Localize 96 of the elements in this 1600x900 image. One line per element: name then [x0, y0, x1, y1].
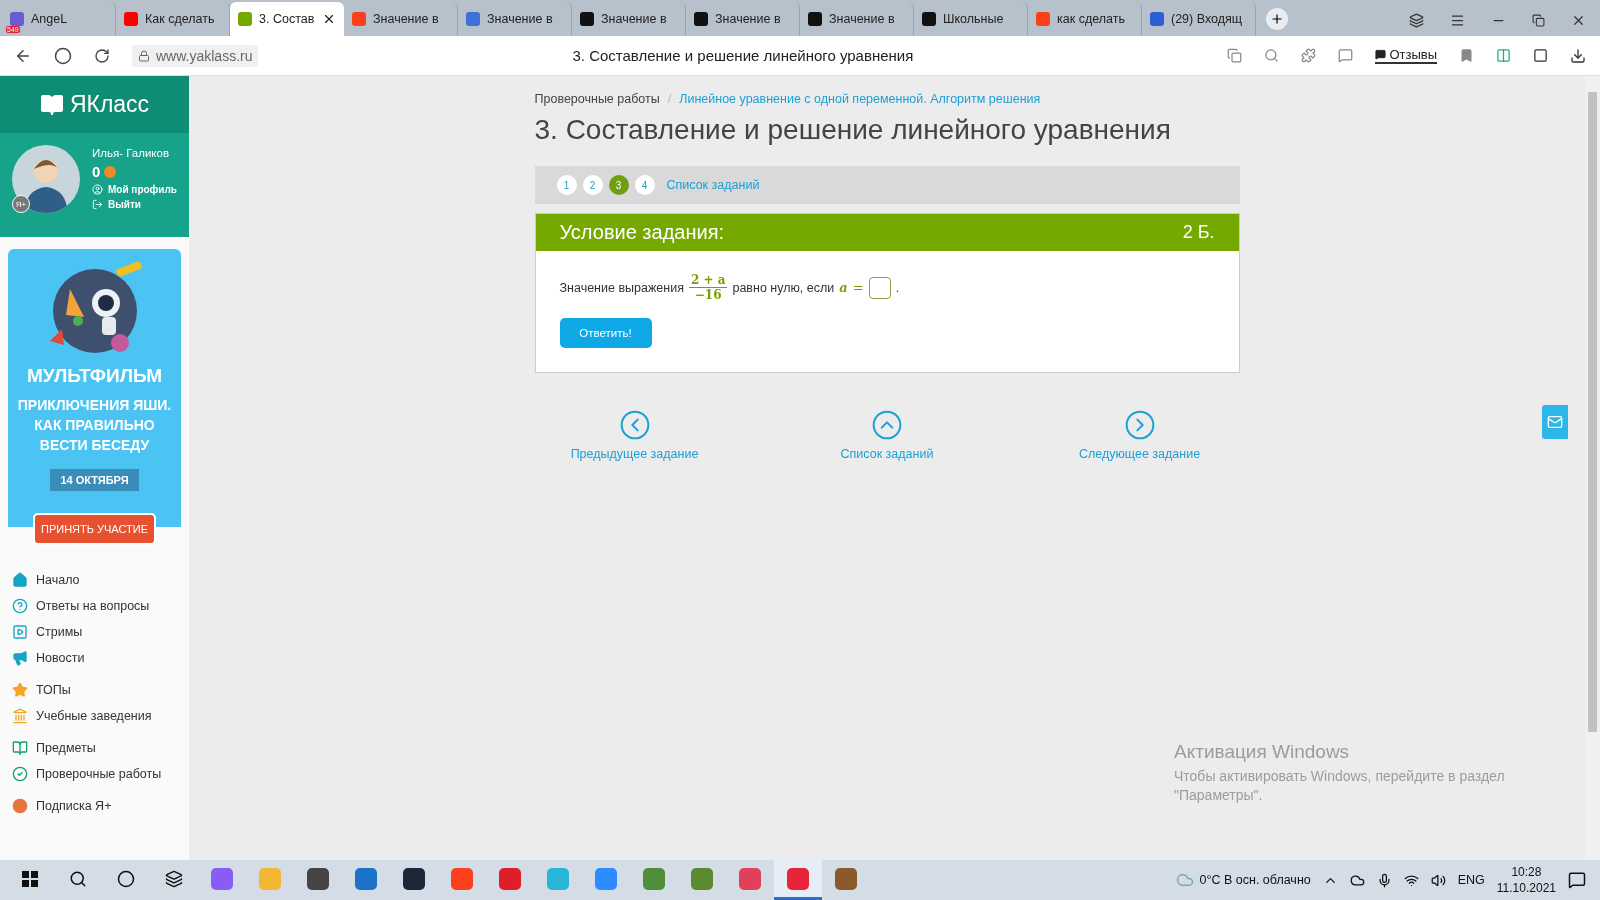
address-field[interactable]: www.yaklass.ru — [132, 44, 259, 67]
play-icon — [12, 624, 28, 640]
tab-label: Значение в — [487, 12, 553, 26]
close-icon[interactable] — [322, 12, 336, 26]
wifi-icon[interactable] — [1403, 872, 1419, 888]
download-icon[interactable] — [1570, 47, 1586, 64]
menu-item[interactable]: Новости — [12, 649, 189, 667]
home-icon — [12, 572, 28, 588]
statement-text: равно нулю, если — [732, 280, 835, 295]
task-title: Условие задания: — [559, 221, 725, 244]
menu-item[interactable]: Стримы — [12, 623, 189, 641]
breadcrumb-link[interactable]: Проверочные работы — [534, 92, 660, 106]
math-variable: a — [839, 280, 848, 295]
tab-label: (29) Входящ — [1171, 12, 1243, 26]
circle-icon — [117, 869, 135, 888]
lock-icon — [138, 49, 150, 62]
menu-item[interactable]: Предметы — [12, 739, 189, 757]
tab-label: Значение в — [829, 12, 895, 26]
new-tab-button[interactable] — [1266, 8, 1288, 30]
user-name: Илья- Галиков — [92, 147, 170, 159]
notifications-icon[interactable] — [1568, 871, 1586, 889]
exit-icon — [92, 199, 103, 210]
menu-item[interactable]: ТОПы — [12, 681, 189, 699]
promo-title: МУЛЬТФИЛЬМ — [26, 365, 163, 387]
promo-date: 14 ОКТЯБРЯ — [50, 469, 139, 491]
circle-icon[interactable] — [54, 46, 72, 65]
mic-icon[interactable] — [1376, 872, 1392, 888]
tab-label: 3. Состав — [259, 12, 315, 26]
tab-label: Значение в — [373, 12, 439, 26]
speech-bubble-icon — [1375, 49, 1387, 60]
tab-label: Как сделать — [145, 12, 215, 26]
weather[interactable]: 0°C В осн. облачно — [1175, 871, 1311, 889]
star-icon — [12, 682, 28, 698]
chevron-right-icon — [1123, 409, 1156, 441]
reload-icon[interactable] — [94, 47, 110, 64]
collections-icon[interactable] — [1533, 48, 1548, 63]
help-icon — [12, 598, 28, 614]
language-indicator[interactable]: ENG — [1457, 873, 1485, 887]
check-icon — [12, 766, 28, 782]
browser-tab[interactable]: 3. Состав — [230, 2, 344, 36]
activation-title: Активация Windows — [1174, 741, 1351, 763]
volume-icon[interactable] — [1430, 872, 1446, 888]
plus-icon — [1270, 12, 1284, 26]
promo-subtitle: ПРИКЛЮЧЕНИЯ ЯШИ. КАК ПРАВИЛЬНО ВЕСТИ БЕСЕДУ — [16, 396, 173, 455]
breadcrumb-separator: / — [667, 92, 672, 106]
page-heading: 3. Составление и решение линейного уравнения — [534, 114, 1172, 146]
tab-label: как сделать — [1057, 12, 1125, 26]
tab-label: AngeL — [31, 12, 68, 26]
building-icon — [12, 708, 28, 724]
puzzle-icon[interactable] — [1301, 48, 1317, 63]
score: 0 — [92, 163, 101, 180]
task-points: 2 Б. — [1182, 222, 1215, 243]
chevron-up-icon — [871, 409, 903, 441]
menu-item[interactable]: Начало — [12, 571, 189, 589]
tab-label: Значение в — [601, 12, 667, 26]
close-icon[interactable] — [1571, 13, 1586, 28]
windows-icon — [22, 870, 38, 887]
restore-icon[interactable] — [1532, 14, 1545, 27]
subscription-badge: Я+ — [12, 195, 30, 213]
promo-banner[interactable]: МУЛЬТФИЛЬМ ПРИКЛЮЧЕНИЯ ЯШИ. КАК ПРАВИЛЬНО ВЕСТИ БЕСЕДУ 14 ОКТЯБРЯ ПРИНЯТЬ УЧАСТИЕ — [8, 249, 181, 545]
menu-item[interactable]: Подписка Я+ — [12, 797, 189, 815]
statement-period: . — [895, 280, 900, 295]
statement-text: Значение выражения — [559, 280, 684, 295]
menu-item[interactable]: Проверочные работы — [12, 765, 189, 783]
chevron-left-icon — [618, 409, 651, 441]
tab-label: Школьные — [943, 12, 1004, 26]
subscription-icon — [12, 798, 28, 814]
menu-icon[interactable] — [1450, 13, 1465, 28]
menu-item[interactable]: Учебные заведения — [12, 707, 189, 725]
activation-text: Чтобы активировать Windows, перейдите в раздел "Параметры". — [1174, 767, 1506, 805]
task-view-icon — [165, 869, 183, 888]
feedback-button[interactable]: Отзывы — [1375, 47, 1437, 64]
chat-icon[interactable] — [1338, 48, 1354, 63]
coin-icon — [104, 165, 117, 178]
menu-item[interactable]: Ответы на вопросы — [12, 597, 189, 615]
fraction: 2 + a −16 — [688, 273, 728, 302]
equals-sign: = — [852, 280, 864, 295]
megaphone-icon — [12, 650, 28, 666]
mail-icon — [1547, 414, 1563, 430]
search-icon[interactable] — [1264, 48, 1280, 63]
tab-label: Значение в — [715, 12, 781, 26]
search-icon — [69, 869, 87, 888]
clock[interactable]: 10:28 11.10.2021 — [1496, 864, 1556, 896]
copy-icon[interactable] — [1227, 48, 1243, 63]
answer-field[interactable] — [868, 276, 891, 299]
site-logo[interactable]: ЯКласс — [0, 76, 189, 133]
tabs-icon[interactable] — [1409, 13, 1424, 28]
book-icon — [12, 740, 28, 756]
profile-icon — [92, 184, 103, 195]
extension-icon[interactable] — [1496, 48, 1511, 63]
page-title: 3. Составление и решение линейного уравнения — [571, 47, 915, 64]
join-button[interactable]: ПРИНЯТЬ УЧАСТИЕ — [33, 513, 156, 545]
cloud-icon[interactable] — [1349, 872, 1365, 888]
cloud-icon — [1175, 871, 1194, 889]
bookmark-icon[interactable] — [1459, 48, 1474, 63]
scrollbar[interactable] — [1585, 76, 1600, 860]
